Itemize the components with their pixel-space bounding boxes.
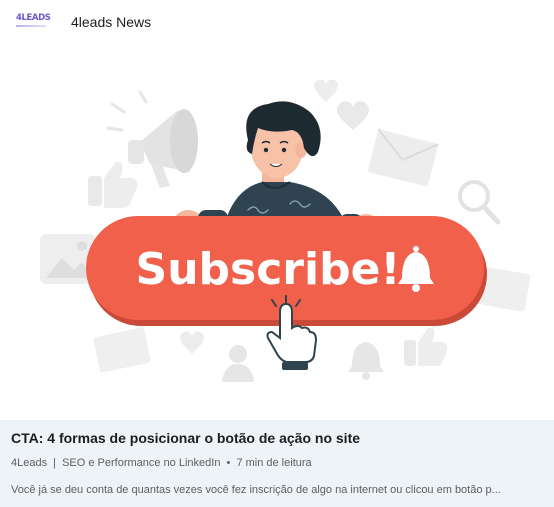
thumbs-up-icon bbox=[88, 161, 138, 208]
article-excerpt: Você já se deu conta de quantas vezes vo… bbox=[11, 484, 501, 496]
meta-dot: • bbox=[226, 457, 231, 469]
newsletter-name[interactable]: 4leads News bbox=[71, 14, 151, 30]
envelope-icon bbox=[93, 327, 151, 373]
subscribe-button-text: Subscribe! bbox=[136, 244, 401, 295]
heart-icon bbox=[314, 79, 338, 102]
search-icon bbox=[458, 180, 501, 225]
article-title[interactable]: CTA: 4 formas de posicionar o botão de a… bbox=[11, 430, 360, 446]
article-publication[interactable]: SEO e Performance no LinkedIn bbox=[62, 457, 220, 469]
heart-icon bbox=[180, 331, 204, 354]
envelope-icon bbox=[368, 128, 439, 187]
heart-icon bbox=[337, 101, 369, 130]
brand-logo-text: 4LEADS bbox=[16, 13, 51, 23]
article-read-time: 7 min de leitura bbox=[236, 457, 312, 469]
subscribe-illustration: Subscribe! bbox=[40, 79, 531, 382]
megaphone-icon bbox=[128, 109, 198, 188]
bell-icon bbox=[348, 342, 384, 380]
brand-logo[interactable]: 4LEADS bbox=[16, 13, 51, 31]
newsletter-header: 4LEADS 4leads News bbox=[0, 0, 554, 44]
article-meta: 4Leads | SEO e Performance no LinkedIn •… bbox=[11, 457, 312, 469]
meta-separator: | bbox=[53, 457, 57, 469]
user-icon bbox=[222, 345, 254, 382]
article-card[interactable]: CTA: 4 formas de posicionar o botão de a… bbox=[0, 420, 554, 507]
hero-image[interactable]: Subscribe! bbox=[0, 44, 554, 420]
thumbs-up-icon bbox=[404, 327, 448, 366]
article-author[interactable]: 4Leads bbox=[11, 457, 47, 469]
logo-underline bbox=[16, 25, 46, 27]
